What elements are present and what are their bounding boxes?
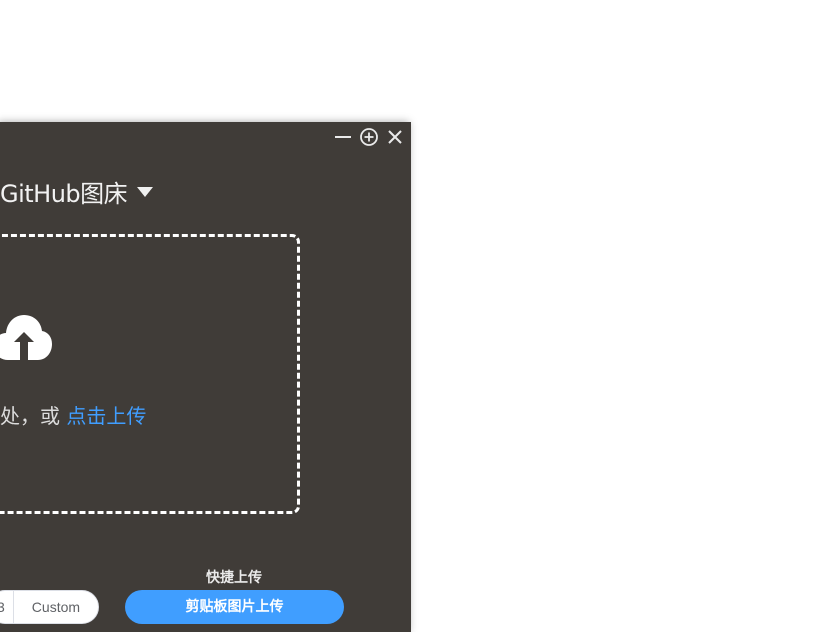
upload-window: GitHub图床 处，或 点击上传 快捷上传 3 Custom 剪贴板图片上传 (0, 122, 411, 632)
format-option-custom[interactable]: Custom (12, 591, 98, 623)
minimize-icon[interactable] (333, 127, 353, 147)
caret-down-icon[interactable] (137, 186, 154, 197)
click-upload-link[interactable]: 点击上传 (66, 404, 146, 428)
upload-dropzone[interactable] (0, 234, 300, 514)
drop-hint-text: 处，或 (0, 404, 67, 428)
zoom-in-icon[interactable] (359, 127, 379, 147)
link-format-group: 3 Custom (0, 590, 100, 624)
picbed-selector[interactable]: GitHub图床 (0, 174, 154, 209)
format-option-partial[interactable]: 3 (0, 591, 13, 623)
cloud-upload-icon (0, 308, 54, 368)
window-controls (333, 127, 405, 147)
close-icon[interactable] (385, 127, 405, 147)
drop-hint: 处，或 点击上传 (0, 400, 146, 429)
clipboard-upload-button[interactable]: 剪贴板图片上传 (125, 590, 344, 624)
quick-upload-label: 快捷上传 (206, 570, 262, 586)
page-title: GitHub图床 (0, 180, 128, 208)
